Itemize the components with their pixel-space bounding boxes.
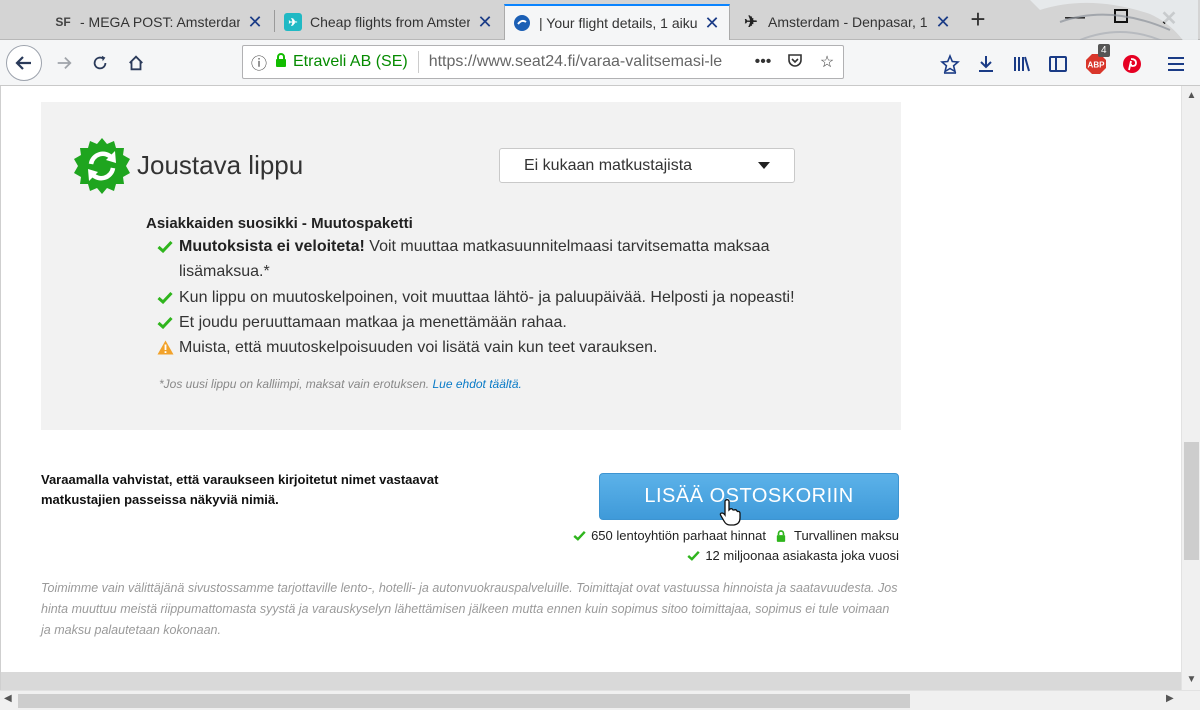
- url-bar[interactable]: ⓘ Etraveli AB (SE) https://www.seat24.fi…: [242, 45, 844, 79]
- disclaimer-text: Toimimme vain välittäjänä sivustossamme …: [41, 581, 898, 637]
- tab-cheap-flights[interactable]: ✈ Cheap flights from Amster ✕: [276, 4, 502, 40]
- close-tab-icon[interactable]: ✕: [246, 12, 264, 33]
- feature-item: Et joudu peruuttamaan matkaa ja menettäm…: [157, 310, 837, 335]
- plane-favicon-icon: ✈: [744, 14, 758, 31]
- pinterest-icon[interactable]: [1120, 52, 1144, 76]
- home-button[interactable]: [120, 47, 152, 79]
- feature-bold-text: Muutoksista ei veloiteta!: [179, 238, 365, 255]
- secure-payment-text: Turvallinen maksu: [793, 528, 899, 543]
- close-tab-icon[interactable]: ✕: [476, 12, 494, 33]
- feature-item: Muutoksista ei veloiteta! Voit muuttaa m…: [157, 234, 837, 284]
- close-tab-icon[interactable]: ✕: [703, 13, 721, 34]
- customers-text: 12 miljoonaa asiakasta joka vuosi: [705, 548, 899, 563]
- home-icon: [129, 55, 143, 71]
- tab-flight-details[interactable]: | Your flight details, 1 aiku ✕: [504, 4, 730, 40]
- package-heading: Asiakkaiden suosikki - Muutospaketti: [146, 215, 413, 232]
- menu-icon[interactable]: [1164, 52, 1188, 76]
- new-tab-button[interactable]: +: [962, 4, 994, 36]
- check-icon: [157, 234, 175, 259]
- back-arrow-icon: [15, 56, 31, 70]
- check-icon: [573, 529, 587, 543]
- scroll-up-icon[interactable]: ▲: [1185, 90, 1198, 101]
- trust-row-2: 12 miljoonaa asiakasta joka vuosi: [687, 548, 899, 563]
- minimize-icon[interactable]: —: [1060, 6, 1090, 29]
- reload-icon: [93, 55, 107, 70]
- tab-mega-post[interactable]: SF - MEGA POST: Amsterdam ✕: [46, 4, 272, 40]
- tab-title: Cheap flights from Amster: [310, 14, 470, 30]
- library-icon[interactable]: [1010, 52, 1034, 76]
- tab-bar: SF - MEGA POST: Amsterdam ✕ ✈ Cheap flig…: [0, 0, 1200, 40]
- feature-item: Muista, että muutoskelpoisuuden voi lisä…: [157, 335, 837, 360]
- vertical-scroll-thumb[interactable]: [1184, 442, 1199, 560]
- feature-text: Kun lippu on muutoskelpoinen, voit muutt…: [179, 289, 795, 306]
- horizontal-scrollbar[interactable]: ◀ ▶: [0, 690, 1200, 710]
- seat24-favicon-icon: [513, 14, 531, 32]
- plane-wave-favicon-icon: ✈: [284, 13, 302, 31]
- feature-item: Kun lippu on muutoskelpoinen, voit muutt…: [157, 285, 837, 310]
- feature-text: Et joudu peruuttamaan matkaa ja menettäm…: [179, 314, 567, 331]
- name-confirmation-text: Varaamalla vahvistat, että varaukseen ki…: [41, 472, 439, 507]
- flexible-ticket-badge-icon: [74, 138, 130, 194]
- warning-icon: [157, 335, 175, 360]
- footnote-text: *Jos uusi lippu on kalliimpi, maksat vai…: [159, 377, 430, 391]
- site-identity[interactable]: Etraveli AB (SE): [293, 53, 408, 71]
- lock-icon: [776, 529, 790, 543]
- flexible-ticket-panel: Joustava lippu Ei kukaan matkustajista A…: [41, 102, 901, 430]
- tab-amsterdam-denpasar[interactable]: ✈ Amsterdam - Denpasar, 1( ✕: [734, 4, 960, 40]
- tab-separator: [274, 10, 275, 32]
- forward-button[interactable]: [48, 47, 80, 79]
- passenger-select[interactable]: Ei kukaan matkustajista: [499, 148, 795, 183]
- tab-title: | Your flight details, 1 aiku: [539, 15, 697, 31]
- info-icon[interactable]: ⓘ: [243, 50, 275, 74]
- flexible-ticket-title: Joustava lippu: [137, 150, 304, 180]
- scroll-down-icon[interactable]: ▼: [1185, 674, 1198, 685]
- tab-title: - MEGA POST: Amsterdam: [80, 14, 240, 30]
- pocket-icon[interactable]: [779, 52, 811, 73]
- adblock-plus-icon[interactable]: ABP 4: [1084, 44, 1110, 76]
- add-to-cart-button[interactable]: LISÄÄ OSTOSKORIIN: [599, 473, 899, 520]
- sidebar-icon[interactable]: [1046, 52, 1070, 76]
- close-tab-icon[interactable]: ✕: [934, 12, 952, 33]
- horizontal-scroll-thumb[interactable]: [18, 694, 910, 708]
- close-window-icon[interactable]: ✕: [1154, 6, 1184, 31]
- url-separator: [417, 51, 419, 73]
- page-viewport: Joustava lippu Ei kukaan matkustajista A…: [0, 86, 1181, 690]
- scroll-right-icon[interactable]: ▶: [1166, 693, 1174, 704]
- scroll-left-icon[interactable]: ◀: [4, 693, 12, 704]
- check-icon: [157, 285, 175, 310]
- check-icon: [687, 549, 701, 563]
- download-icon[interactable]: [974, 52, 998, 76]
- abp-label: ABP: [1088, 61, 1106, 70]
- footnote: *Jos uusi lippu on kalliimpi, maksat vai…: [159, 377, 522, 391]
- page-actions-icon[interactable]: •••: [747, 53, 779, 71]
- passenger-select-value: Ei kukaan matkustajista: [524, 156, 693, 174]
- check-icon: [157, 310, 175, 335]
- forward-arrow-icon: [57, 56, 72, 70]
- best-price-text: 650 lentoyhtiön parhaat hinnat: [591, 528, 766, 543]
- navigation-toolbar: ⓘ Etraveli AB (SE) https://www.seat24.fi…: [0, 40, 1200, 86]
- vertical-scrollbar[interactable]: ▲ ▼: [1181, 86, 1200, 690]
- trust-row-1: 650 lentoyhtiön parhaat hinnat Turvallin…: [573, 528, 899, 543]
- bookmarks-star-icon[interactable]: [938, 52, 962, 76]
- terms-link[interactable]: Lue ehdot täältä.: [432, 377, 521, 391]
- maximize-icon[interactable]: [1106, 6, 1136, 29]
- caret-down-icon: [758, 162, 770, 169]
- feature-text: Muista, että muutoskelpoisuuden voi lisä…: [179, 339, 658, 356]
- back-button[interactable]: [6, 45, 42, 81]
- hand-cursor-icon: [719, 499, 741, 526]
- page-footer-strip: [1, 672, 1181, 690]
- lock-icon: [275, 53, 287, 71]
- reload-button[interactable]: [84, 47, 116, 79]
- adblock-count-badge: 4: [1098, 44, 1110, 57]
- tab-title: Amsterdam - Denpasar, 1(: [768, 14, 928, 30]
- url-text[interactable]: https://www.seat24.fi/varaa-valitsemasi-…: [429, 53, 747, 71]
- bookmark-star-icon[interactable]: ☆: [811, 52, 843, 72]
- sf-favicon-icon: SF: [55, 15, 71, 29]
